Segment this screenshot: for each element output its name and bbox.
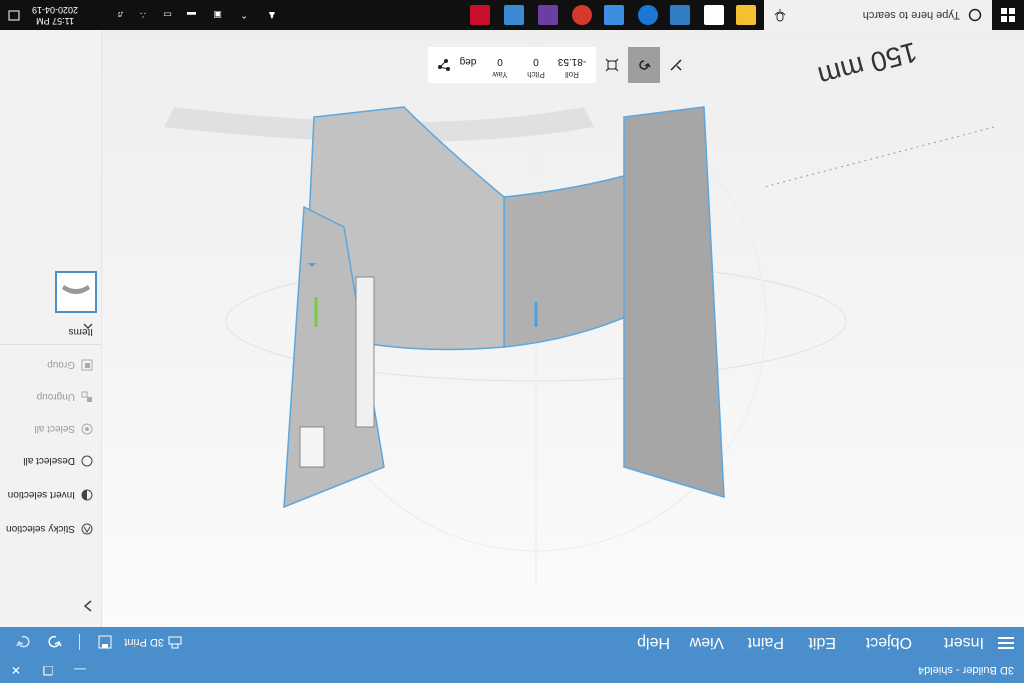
menu-edit[interactable]: Edit <box>808 633 836 651</box>
model-left-wing[interactable] <box>623 106 725 499</box>
save-button[interactable] <box>98 631 112 653</box>
group-button[interactable]: Group <box>47 359 93 371</box>
hamburger-icon[interactable] <box>998 635 1014 649</box>
move-icon <box>670 59 682 71</box>
notification-button[interactable] <box>0 0 28 30</box>
roll-input[interactable]: -81.53 <box>556 56 588 67</box>
selection-panel: Sticky selection Invert selection Desele… <box>0 0 102 627</box>
ungroup-button[interactable]: Ungroup <box>37 391 93 403</box>
panel-divider <box>0 344 101 345</box>
start-button[interactable] <box>992 0 1024 30</box>
menu-view[interactable]: View <box>690 633 724 651</box>
security-icon[interactable]: ▣ <box>213 10 222 21</box>
yaw-input[interactable]: 0 <box>484 56 516 67</box>
people-icon[interactable]: ♟ <box>268 10 276 21</box>
undo-button[interactable] <box>48 631 62 653</box>
taskbar-search[interactable]: Type here to search <box>764 0 992 30</box>
undo-icon <box>48 635 62 648</box>
chevron-up-icon[interactable]: ⌃ <box>240 10 248 21</box>
select-all-icon <box>81 423 93 435</box>
menu-insert[interactable]: Insert <box>944 633 984 651</box>
minimize-button[interactable]: — <box>64 657 96 683</box>
window-title: 3D Builder - shield4 <box>918 664 1014 676</box>
storage-icon[interactable]: ▬ <box>187 10 196 20</box>
group-icon <box>81 359 93 371</box>
search-placeholder: Type here to search <box>862 9 960 21</box>
printer-icon <box>168 636 182 649</box>
rotate-icon <box>639 60 651 70</box>
ruler-line <box>763 126 995 188</box>
model-thumbnail-icon <box>62 285 90 294</box>
graph-icon <box>438 59 450 71</box>
search-icon <box>968 8 982 22</box>
yaw-label: Yaw <box>492 70 508 79</box>
save-icon <box>98 635 112 649</box>
microphone-icon[interactable] <box>774 8 786 22</box>
model-slot-small <box>299 426 325 468</box>
rotate-tool-button[interactable] <box>628 47 660 83</box>
menu-object[interactable]: Object <box>866 633 912 651</box>
menu-bar: Insert Object Edit Paint View Help 3D Pr… <box>0 627 1024 657</box>
panel-collapse[interactable] <box>83 595 93 613</box>
chevron-right-icon <box>83 600 92 612</box>
teams-icon[interactable] <box>538 5 558 25</box>
title-bar: 3D Builder - shield4 — ❐ ✕ <box>0 657 1024 683</box>
deselect-icon <box>81 455 93 467</box>
wifi-icon[interactable]: ∴ <box>140 10 146 21</box>
volume-icon[interactable]: ♬ <box>115 10 124 20</box>
sticky-selection-button[interactable]: Sticky selection <box>6 523 93 535</box>
menu-help[interactable]: Help <box>637 633 670 651</box>
windows-icon <box>1001 8 1015 22</box>
sticky-selection-icon <box>81 523 93 535</box>
toolbar-divider <box>79 634 80 650</box>
ruler-label: 150 mm <box>815 36 921 92</box>
roll-label: Roll <box>565 70 579 79</box>
item-thumbnail[interactable] <box>55 271 97 313</box>
file-explorer-icon[interactable] <box>736 5 756 25</box>
maximize-button[interactable]: ❐ <box>32 657 64 683</box>
close-button[interactable]: ✕ <box>0 657 32 683</box>
3d-viewport[interactable]: 150 mm <box>102 0 1024 627</box>
scene-canvas: 150 mm <box>164 27 995 587</box>
3d-builder-icon[interactable] <box>670 5 690 25</box>
select-all-button[interactable]: Select all <box>34 423 93 435</box>
invert-selection-icon <box>81 489 93 501</box>
rotated-screen: 3D Builder - shield4 — ❐ ✕ Insert Object… <box>0 0 1024 683</box>
3d-print-button[interactable]: 3D Print <box>124 631 182 653</box>
store-icon[interactable] <box>704 5 724 25</box>
pitch-input[interactable]: 0 <box>520 56 552 67</box>
model-slot <box>355 276 375 428</box>
photos-icon[interactable] <box>504 5 524 25</box>
scale-icon <box>605 58 619 72</box>
system-tray: ♟ ⌃ ▣ ▬ ▭ ∴ ♬ <box>104 0 284 30</box>
redo-button[interactable] <box>16 631 30 653</box>
menu-paint[interactable]: Paint <box>748 633 784 651</box>
redo-icon <box>16 635 30 648</box>
items-collapse[interactable] <box>83 317 93 335</box>
clock[interactable]: 11:57 PM 2020-04-19 <box>32 4 78 26</box>
transform-options-button[interactable] <box>428 47 460 83</box>
pitch-label: Pitch <box>527 70 545 79</box>
edge-icon[interactable] <box>638 5 658 25</box>
invert-selection-button[interactable]: Invert selection <box>8 489 93 501</box>
acrobat-icon[interactable] <box>470 5 490 25</box>
scale-tool-button[interactable] <box>596 47 628 83</box>
chevron-up-icon <box>83 323 93 330</box>
battery-icon[interactable]: ▭ <box>163 10 172 21</box>
notification-icon <box>8 10 20 21</box>
move-tool-button[interactable] <box>660 47 692 83</box>
app-red-icon[interactable] <box>572 5 592 25</box>
deselect-all-button[interactable]: Deselect all <box>23 455 93 467</box>
python-icon[interactable] <box>604 5 624 25</box>
taskbar: Type here to search ♟ ⌃ ▣ ▬ ▭ ∴ ♬ 11:57 … <box>0 0 1024 30</box>
ungroup-icon <box>81 391 92 402</box>
